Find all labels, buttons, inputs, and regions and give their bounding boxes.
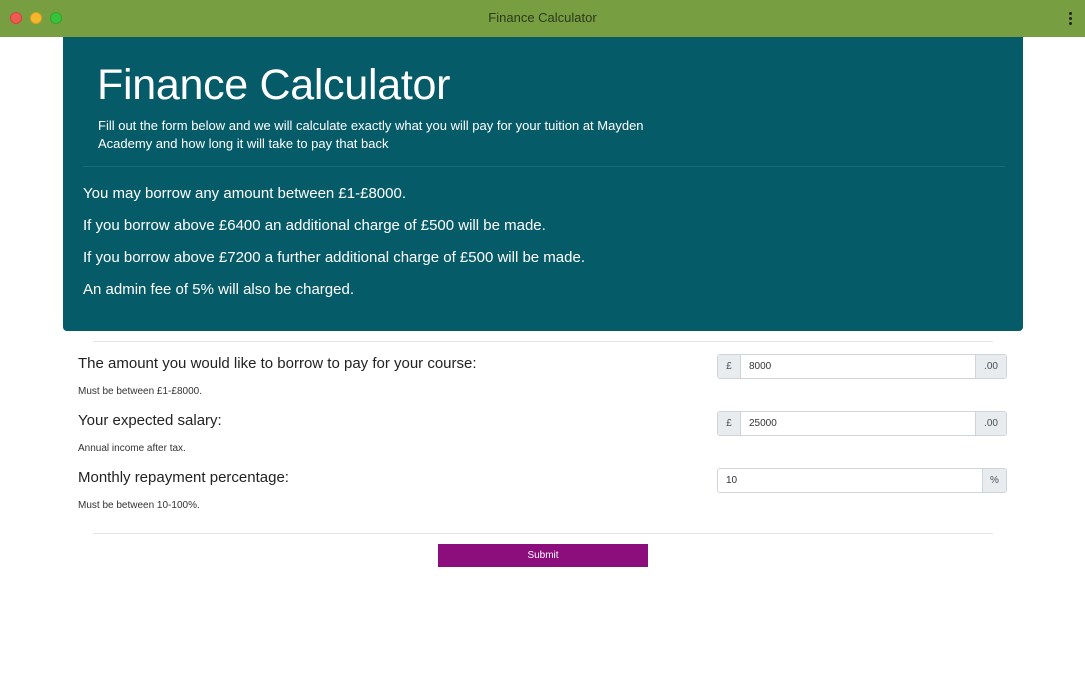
salary-help: Annual income after tax. — [78, 443, 186, 454]
intro-divider — [83, 166, 1005, 167]
page-lead: Fill out the form below and we will calc… — [98, 118, 644, 151]
loan-amount-help: Must be between £1-£8000. — [78, 386, 202, 397]
intro-panel: Finance Calculator Fill out the form bel… — [63, 37, 1023, 331]
more-options-icon[interactable] — [1069, 12, 1073, 26]
loan-amount-input[interactable] — [741, 355, 975, 378]
window-title: Finance Calculator — [488, 10, 597, 25]
loan-amount-label: The amount you would like to borrow to p… — [78, 355, 477, 372]
repayment-label: Monthly repayment percentage: — [78, 469, 289, 486]
rule-item: If you borrow above £6400 an additional … — [83, 217, 546, 234]
window-titlebar: Finance Calculator — [0, 0, 1085, 37]
pound-prefix: £ — [718, 355, 741, 378]
salary-label: Your expected salary: — [78, 412, 222, 429]
form-top-divider — [93, 341, 993, 342]
repayment-help: Must be between 10-100%. — [78, 500, 200, 511]
percent-suffix: % — [982, 469, 1006, 492]
repayment-percentage-input[interactable] — [718, 469, 982, 492]
loan-rules-list: You may borrow any amount between £1-£80… — [83, 184, 585, 312]
page-title: Finance Calculator — [97, 61, 451, 109]
submit-button[interactable]: Submit — [438, 544, 648, 567]
form-bottom-divider — [93, 533, 993, 534]
rule-item: You may borrow any amount between £1-£80… — [83, 185, 406, 202]
rule-item: An admin fee of 5% will also be charged. — [83, 281, 354, 298]
salary-input[interactable] — [741, 412, 975, 435]
decimal-suffix: .00 — [975, 355, 1006, 378]
decimal-suffix: .00 — [975, 412, 1006, 435]
repayment-input-group: % — [717, 468, 1007, 493]
pound-prefix: £ — [718, 412, 741, 435]
rule-item: If you borrow above £7200 a further addi… — [83, 249, 585, 266]
loan-amount-input-group: £ .00 — [717, 354, 1007, 379]
salary-input-group: £ .00 — [717, 411, 1007, 436]
